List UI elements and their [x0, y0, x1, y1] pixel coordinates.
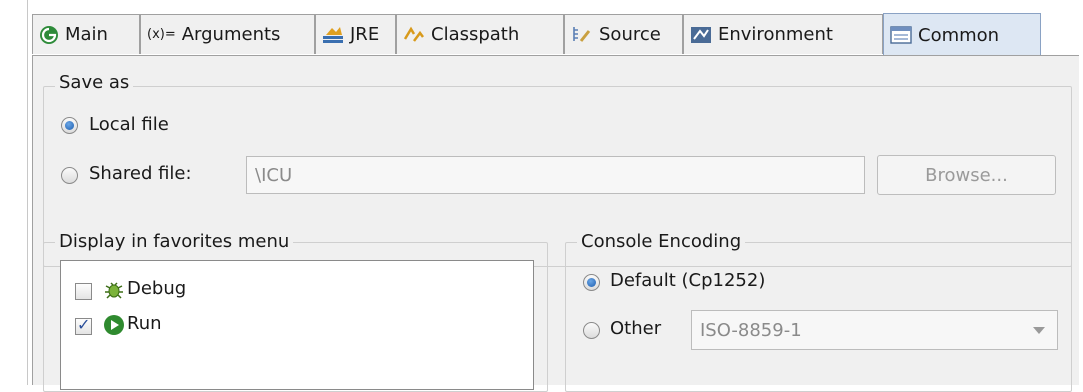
tab-common[interactable]: Common	[883, 13, 1041, 56]
main-icon	[39, 25, 59, 45]
favorites-list[interactable]: Debug Run	[60, 260, 534, 390]
debug-label: Debug	[127, 278, 187, 299]
chevron-down-icon	[1033, 327, 1045, 334]
tab-environment-label: Environment	[718, 24, 833, 45]
common-icon	[890, 26, 912, 44]
tab-source[interactable]: Source	[564, 14, 683, 54]
shared-file-path-field[interactable]: \ICU	[246, 156, 865, 194]
other-encoding-value: ISO-8859-1	[700, 319, 802, 341]
tab-main-label: Main	[65, 24, 108, 45]
console-encoding-title: Console Encoding	[577, 231, 746, 252]
list-item[interactable]: Run	[61, 311, 533, 341]
tab-arguments-label: Arguments	[181, 24, 281, 45]
left-border	[27, 0, 28, 385]
tab-jre[interactable]: JRE	[315, 14, 396, 54]
tab-main[interactable]: Main	[32, 14, 140, 54]
source-icon	[571, 25, 593, 45]
list-item[interactable]: Debug	[61, 275, 533, 305]
environment-icon	[690, 25, 712, 45]
shared-file-radio[interactable]	[61, 167, 78, 184]
local-file-label: Local file	[89, 114, 169, 135]
debug-icon	[103, 279, 125, 306]
other-encoding-label: Other	[610, 318, 662, 339]
tab-environment[interactable]: Environment	[683, 14, 883, 54]
tab-classpath[interactable]: Classpath	[396, 14, 564, 54]
save-as-title: Save as	[55, 72, 134, 93]
tab-classpath-label: Classpath	[431, 24, 520, 45]
tab-source-label: Source	[599, 24, 661, 45]
classpath-icon	[403, 25, 425, 45]
shared-file-label: Shared file:	[89, 163, 192, 184]
run-checkbox[interactable]	[75, 315, 92, 335]
favorites-title: Display in favorites menu	[55, 231, 294, 252]
arguments-icon: (x)=	[147, 27, 176, 42]
tab-strip: Main (x)= Arguments JRE Classpath Source…	[32, 13, 1042, 56]
browse-button[interactable]: Browse...	[877, 155, 1056, 195]
run-icon	[103, 314, 125, 341]
local-file-radio[interactable]	[61, 117, 78, 134]
other-encoding-select[interactable]: ISO-8859-1	[691, 310, 1058, 350]
default-encoding-radio[interactable]	[583, 274, 600, 291]
common-tab-page: Save as Local file Shared file: \ICU Bro…	[32, 55, 1079, 392]
run-label: Run	[127, 313, 162, 334]
tab-jre-label: JRE	[350, 24, 380, 45]
top-band	[0, 0, 1083, 14]
jre-icon	[322, 26, 344, 44]
default-encoding-label: Default (Cp1252)	[610, 270, 766, 291]
other-encoding-radio[interactable]	[583, 322, 600, 339]
debug-checkbox[interactable]	[75, 283, 92, 300]
tab-common-label: Common	[918, 24, 1000, 46]
tab-arguments[interactable]: (x)= Arguments	[140, 14, 315, 54]
